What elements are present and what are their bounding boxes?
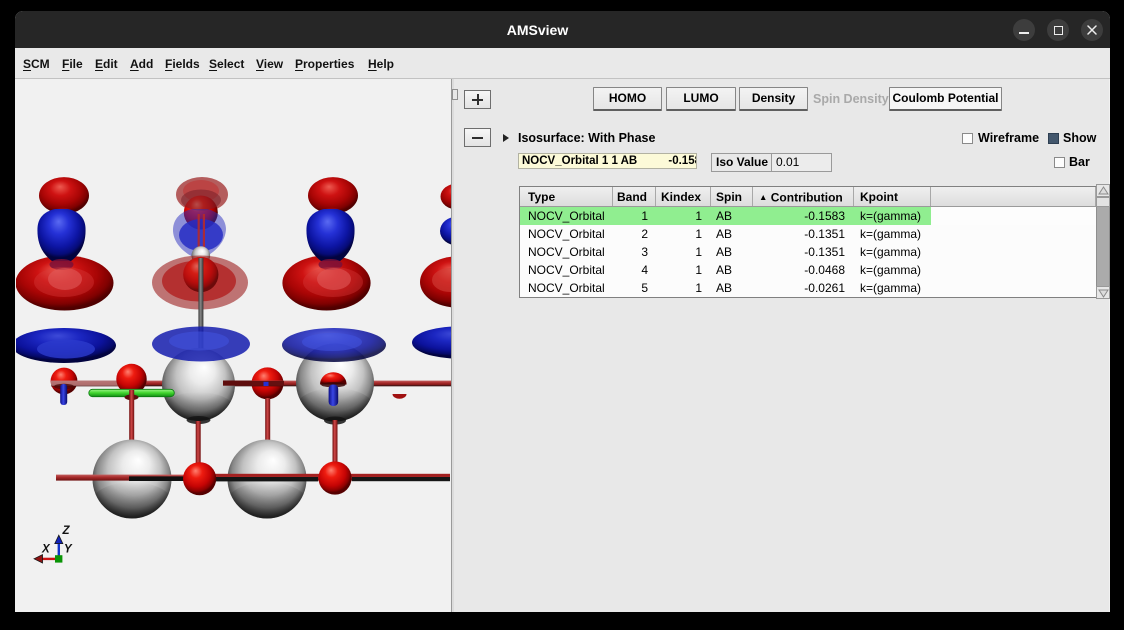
svg-text:X: X [41,544,51,556]
svg-text:Y: Y [64,544,73,556]
svg-text:Z: Z [62,525,71,537]
